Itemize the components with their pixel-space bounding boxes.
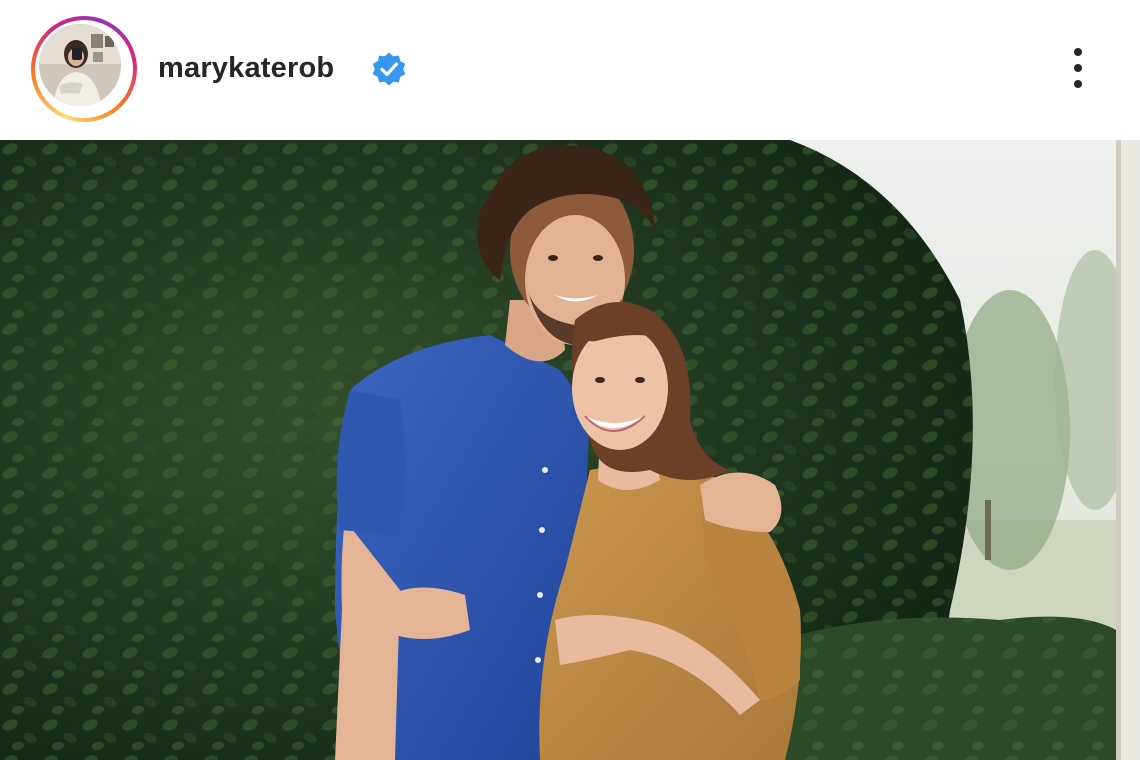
profile-avatar-story-ring[interactable] (31, 16, 137, 122)
verified-badge-icon (371, 51, 407, 87)
more-options-dot-icon (1074, 64, 1082, 72)
more-options-dot-icon (1074, 80, 1082, 88)
post-header: marykaterob (0, 0, 1140, 140)
avatar-photo (39, 24, 121, 106)
more-options-dot-icon (1074, 48, 1082, 56)
profile-avatar (39, 24, 121, 106)
username-link[interactable]: marykaterob (158, 50, 334, 86)
couple-portrait-image (0, 140, 1140, 760)
more-options-button[interactable] (1058, 40, 1098, 96)
instagram-post: marykaterob (0, 0, 1140, 760)
post-photo[interactable] (0, 140, 1140, 760)
